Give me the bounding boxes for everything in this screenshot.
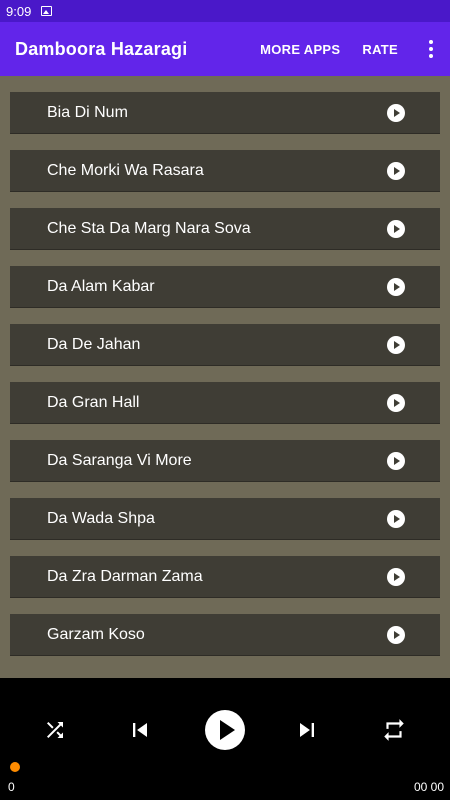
app-title: Damboora Hazaragi [15,38,188,59]
song-item[interactable]: Da Saranga Vi More [10,440,440,482]
play-icon[interactable] [387,104,405,122]
player-controls: 0 00 00 [0,678,450,800]
progress-thumb[interactable] [10,762,20,772]
song-item[interactable]: Da Gran Hall [10,382,440,424]
status-bar: 9:09 [0,0,450,22]
play-icon[interactable] [387,278,405,296]
next-icon[interactable] [287,710,327,750]
song-title: Bia Di Num [47,103,128,121]
play-icon[interactable] [387,220,405,238]
more-apps-button[interactable]: MORE APPS [260,42,340,57]
song-title: Da De Jahan [47,335,141,353]
previous-icon[interactable] [120,710,160,750]
repeat-icon[interactable] [374,710,414,750]
overflow-menu-icon[interactable] [420,29,442,69]
status-time: 9:09 [6,3,32,19]
song-title: Garzam Koso [47,625,145,643]
song-list[interactable]: Bia Di Num Che Morki Wa Rasara Che Sta D… [0,76,450,678]
song-title: Che Morki Wa Rasara [47,161,204,179]
song-item[interactable]: Da Wada Shpa [10,498,440,540]
song-item[interactable]: Da Zra Darman Zama [10,556,440,598]
song-title: Da Wada Shpa [47,509,155,527]
song-item[interactable]: Bia Di Num [10,92,440,134]
play-icon[interactable] [387,336,405,354]
song-title: Da Gran Hall [47,393,140,411]
play-button[interactable] [205,710,245,750]
song-title: Da Alam Kabar [47,277,155,295]
song-item[interactable]: Da De Jahan [10,324,440,366]
play-icon[interactable] [387,510,405,528]
elapsed-time: 0 [8,780,15,794]
song-title: Da Zra Darman Zama [47,567,203,585]
play-icon[interactable] [387,452,405,470]
play-icon[interactable] [387,394,405,412]
rate-button[interactable]: RATE [362,42,398,57]
play-icon[interactable] [387,568,405,586]
image-notification-icon [41,6,53,16]
song-item[interactable]: Che Morki Wa Rasara [10,150,440,192]
song-item[interactable]: Garzam Koso [10,614,440,656]
app-bar: Damboora Hazaragi MORE APPS RATE [0,22,450,76]
song-title: Che Sta Da Marg Nara Sova [47,219,251,237]
song-item[interactable]: Da Alam Kabar [10,266,440,308]
play-icon[interactable] [387,626,405,644]
shuffle-icon[interactable] [35,710,75,750]
play-icon[interactable] [387,162,405,180]
song-title: Da Saranga Vi More [47,451,192,469]
total-time: 00 00 [413,780,444,794]
song-item[interactable]: Che Sta Da Marg Nara Sova [10,208,440,250]
